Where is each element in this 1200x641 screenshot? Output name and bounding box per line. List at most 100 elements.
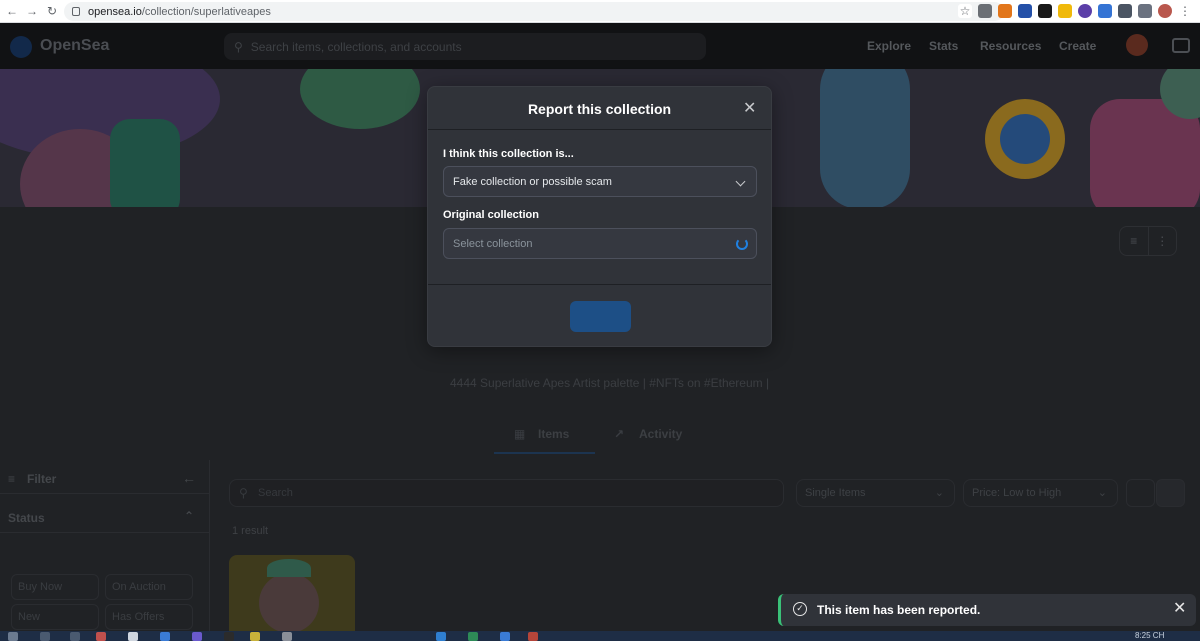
opensea-logo-icon[interactable]	[10, 36, 32, 58]
taskbar-app-icon[interactable]	[224, 632, 234, 641]
taskbar-app-icon[interactable]	[40, 632, 50, 641]
back-arrow-icon[interactable]: ←	[4, 3, 20, 19]
taskbar-app-icon[interactable]	[128, 632, 138, 641]
chevron-up-icon[interactable]: ⌃	[184, 509, 194, 523]
taskbar-app-icon[interactable]	[282, 632, 292, 641]
nav-stats[interactable]: Stats	[929, 39, 958, 53]
collection-tabs: ▦ Items ↗ Activity	[494, 423, 714, 455]
taskbar-app-icon[interactable]	[436, 632, 446, 641]
status-chip-has-offers[interactable]: Has Offers	[105, 604, 193, 630]
forward-arrow-icon[interactable]: →	[24, 3, 40, 19]
items-type-value: Single Items	[805, 487, 866, 499]
reason-select[interactable]: Fake collection or possible scam	[443, 166, 757, 197]
modal-divider	[428, 129, 771, 130]
divider	[0, 493, 209, 494]
reason-value: Fake collection or possible scam	[453, 176, 612, 188]
banner-art	[110, 119, 180, 207]
modal-divider	[428, 284, 771, 285]
taskbar-app-icon[interactable]	[96, 632, 106, 641]
start-icon[interactable]	[8, 632, 18, 641]
sort-select[interactable]: Price: Low to High ⌄	[963, 479, 1118, 507]
search-icon: ⚲	[234, 39, 243, 54]
site-search-input[interactable]: ⚲ Search items, collections, and account…	[224, 33, 706, 60]
url-host: opensea.io	[88, 5, 142, 18]
banner-art	[820, 69, 910, 207]
filter-lines-icon: ≡	[8, 472, 16, 486]
extension-icon[interactable]	[1018, 4, 1032, 18]
close-icon[interactable]: ✕	[743, 100, 756, 118]
profile-avatar[interactable]	[1158, 4, 1172, 18]
taskbar-clock: 8:25 CH	[1135, 631, 1165, 640]
toast-message: This item has been reported.	[817, 603, 981, 617]
banner-art	[300, 69, 420, 129]
large-grid-view-button[interactable]	[1126, 479, 1155, 507]
filter-title: Filter	[27, 472, 57, 486]
extension-icon[interactable]	[1078, 4, 1092, 18]
extension-icon[interactable]	[1058, 4, 1072, 18]
taskbar-app-icon[interactable]	[250, 632, 260, 641]
collection-description: 4444 Superlative Apes Artist palette | #…	[450, 376, 770, 390]
extension-icon[interactable]	[1138, 4, 1152, 18]
os-taskbar: 8:25 CH	[0, 631, 1200, 641]
lock-icon	[72, 7, 80, 16]
items-search-input[interactable]: ⚲ Search	[229, 479, 784, 507]
sort-value: Price: Low to High	[972, 487, 1062, 499]
extension-icon[interactable]	[1098, 4, 1112, 18]
wallet-icon[interactable]	[1172, 38, 1190, 53]
more-options-icon[interactable]: ⋮	[1147, 227, 1177, 255]
reason-label: I think this collection is...	[443, 148, 574, 160]
site-header: OpenSea ⚲ Search items, collections, and…	[0, 23, 1200, 69]
nav-resources[interactable]: Resources	[980, 39, 1041, 53]
collapse-arrow-icon[interactable]: ←	[182, 470, 196, 486]
items-search-placeholder: Search	[258, 487, 293, 499]
nft-image	[259, 573, 319, 631]
small-grid-view-button[interactable]	[1156, 479, 1185, 507]
taskbar-app-icon[interactable]	[70, 632, 80, 641]
active-tab-indicator	[494, 452, 595, 454]
filter-sort-icon[interactable]: ≡	[1120, 227, 1148, 255]
status-title[interactable]: Status	[8, 511, 45, 525]
logo-text[interactable]: OpenSea	[40, 37, 109, 55]
report-modal: Report this collection ✕ I think this co…	[427, 86, 772, 347]
filter-sidebar: ≡ Filter ← Status ⌃ Buy Now On Auction N…	[0, 460, 210, 631]
url-path: /collection/superlativeapes	[141, 5, 271, 18]
banner-art	[1000, 114, 1050, 164]
tab-items[interactable]: Items	[538, 427, 569, 441]
screen: ← → ↻ opensea.io/collection/superlativea…	[0, 0, 1200, 641]
reload-icon[interactable]: ↻	[44, 3, 60, 19]
activity-icon: ↗	[614, 427, 625, 441]
tab-activity[interactable]: Activity	[639, 427, 682, 441]
modal-title: Report this collection	[527, 101, 672, 117]
kebab-menu-icon[interactable]: ⋮	[1178, 4, 1192, 18]
report-submit-button[interactable]	[570, 301, 631, 332]
account-avatar[interactable]	[1126, 34, 1148, 56]
close-icon[interactable]: ✕	[1173, 600, 1186, 618]
taskbar-app-icon[interactable]	[192, 632, 202, 641]
original-collection-select[interactable]: Select collection	[443, 228, 757, 259]
nft-card[interactable]	[229, 555, 355, 631]
extension-icon[interactable]	[1038, 4, 1052, 18]
site-search-placeholder: Search items, collections, and accounts	[250, 39, 462, 54]
star-icon[interactable]: ☆	[958, 4, 972, 18]
status-chip-buy-now[interactable]: Buy Now	[11, 574, 99, 600]
status-chip-new[interactable]: New	[11, 604, 99, 630]
chevron-down-icon: ⌄	[934, 487, 944, 499]
nav-create[interactable]: Create	[1059, 39, 1096, 53]
url-text: opensea.io/collection/superlativeapes	[88, 6, 271, 18]
taskbar-app-icon[interactable]	[160, 632, 170, 641]
browser-toolbar: ← → ↻ opensea.io/collection/superlativea…	[0, 0, 1200, 23]
items-type-select[interactable]: Single Items ⌄	[796, 479, 955, 507]
original-collection-placeholder: Select collection	[453, 238, 533, 250]
taskbar-app-icon[interactable]	[468, 632, 478, 641]
extensions-row: ☆ ⋮	[958, 4, 1192, 18]
address-bar[interactable]: opensea.io/collection/superlativeapes	[64, 2, 1004, 21]
puzzle-icon[interactable]	[1118, 4, 1132, 18]
nav-explore[interactable]: Explore	[867, 39, 911, 53]
grid-icon: ▦	[514, 427, 526, 441]
collection-actions: ≡ ⋮	[1119, 226, 1177, 256]
taskbar-app-icon[interactable]	[528, 632, 538, 641]
extension-icon[interactable]	[978, 4, 992, 18]
taskbar-app-icon[interactable]	[500, 632, 510, 641]
metamask-icon[interactable]	[998, 4, 1012, 18]
status-chip-on-auction[interactable]: On Auction	[105, 574, 193, 600]
